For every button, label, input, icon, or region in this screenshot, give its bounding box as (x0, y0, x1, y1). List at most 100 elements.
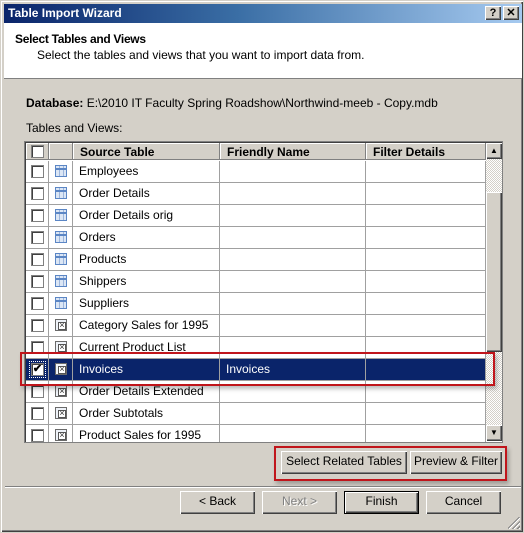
row-checkbox[interactable] (31, 319, 44, 332)
row-checkbox[interactable] (31, 385, 44, 398)
database-label: Database: (26, 96, 84, 110)
row-checkbox[interactable] (31, 429, 44, 442)
filter-details-cell (366, 205, 486, 226)
vertical-scrollbar[interactable]: ▲ ▼ (486, 143, 502, 441)
table-row[interactable]: Order Details (26, 183, 486, 205)
filter-details-cell (366, 359, 486, 380)
friendly-name-cell[interactable] (220, 381, 366, 402)
column-header-friendly-name[interactable]: Friendly Name (220, 143, 366, 159)
table-row[interactable]: Order Details Extended (26, 381, 486, 403)
preview-filter-button[interactable]: Preview & Filter (410, 451, 502, 474)
scrollbar-thumb[interactable] (486, 192, 502, 352)
cancel-button[interactable]: Cancel (426, 491, 501, 514)
checkbox-cell (26, 293, 49, 314)
next-button: Next > (262, 491, 337, 514)
checkbox-cell (26, 271, 49, 292)
friendly-name-cell[interactable] (220, 271, 366, 292)
row-checkbox[interactable] (31, 341, 44, 354)
arrow-up-icon: ▲ (490, 146, 498, 155)
help-button[interactable]: ? (485, 6, 501, 20)
checkbox-cell (26, 381, 49, 402)
select-related-tables-button[interactable]: Select Related Tables (281, 451, 407, 474)
row-checkbox[interactable] (31, 407, 44, 420)
scroll-down-button[interactable]: ▼ (486, 425, 502, 441)
title-bar[interactable]: Table Import Wizard ? ✕ (4, 4, 522, 23)
filter-details-cell (366, 271, 486, 292)
source-table-cell: Products (73, 249, 220, 270)
type-icon-cell (49, 249, 73, 270)
database-path: E:\2010 IT Faculty Spring Roadshow\North… (86, 96, 438, 110)
type-icon-cell (49, 315, 73, 336)
table-row[interactable]: Products (26, 249, 486, 271)
friendly-name-cell[interactable] (220, 161, 366, 182)
type-icon-cell (49, 293, 73, 314)
finish-button[interactable]: Finish (344, 491, 419, 514)
tables-and-views-label: Tables and Views: (26, 121, 123, 135)
table-icon (55, 231, 67, 243)
table-row[interactable]: Order Subtotals (26, 403, 486, 425)
page-title: Select Tables and Views (15, 32, 146, 46)
filter-details-cell (366, 293, 486, 314)
type-icon-cell (49, 183, 73, 204)
table-row[interactable]: Employees (26, 161, 486, 183)
grid-header: Source Table Friendly Name Filter Detail… (26, 143, 486, 160)
row-checkbox[interactable] (31, 297, 44, 310)
table-row[interactable]: Shippers (26, 271, 486, 293)
row-checkbox[interactable] (31, 165, 44, 178)
checkbox-cell (26, 227, 49, 248)
checkbox-cell (26, 183, 49, 204)
table-row[interactable]: Order Details orig (26, 205, 486, 227)
friendly-name-cell[interactable] (220, 249, 366, 270)
source-table-cell: Order Subtotals (73, 403, 220, 424)
source-table-cell: Order Details (73, 183, 220, 204)
filter-details-cell (366, 227, 486, 248)
friendly-name-cell[interactable]: Invoices (220, 359, 366, 380)
select-all-checkbox[interactable] (31, 145, 44, 158)
scroll-up-button[interactable]: ▲ (486, 143, 502, 159)
row-checkbox[interactable] (31, 187, 44, 200)
resize-grip-icon[interactable] (508, 517, 520, 529)
friendly-name-cell[interactable] (220, 183, 366, 204)
table-row[interactable]: Orders (26, 227, 486, 249)
friendly-name-cell[interactable] (220, 337, 366, 358)
friendly-name-cell[interactable] (220, 227, 366, 248)
row-checkbox[interactable] (31, 275, 44, 288)
type-icon-cell (49, 161, 73, 182)
row-checkbox[interactable] (31, 209, 44, 222)
table-row[interactable]: Product Sales for 1995 (26, 425, 486, 442)
checkbox-cell (26, 315, 49, 336)
type-icon-cell (49, 337, 73, 358)
close-button[interactable]: ✕ (503, 6, 519, 20)
row-checkbox[interactable] (31, 231, 44, 244)
friendly-name-cell[interactable] (220, 205, 366, 226)
friendly-name-cell[interactable] (220, 293, 366, 314)
friendly-name-cell[interactable] (220, 425, 366, 442)
row-checkbox[interactable]: ✔ (29, 361, 46, 378)
table-row[interactable]: Suppliers (26, 293, 486, 315)
source-table-cell: Shippers (73, 271, 220, 292)
view-icon (55, 341, 67, 353)
type-icon-cell (49, 205, 73, 226)
source-table-cell: Invoices (73, 359, 220, 380)
column-header-filter-details[interactable]: Filter Details (366, 143, 486, 159)
filter-details-cell (366, 425, 486, 442)
table-row[interactable]: Current Product List (26, 337, 486, 359)
table-row[interactable]: Category Sales for 1995 (26, 315, 486, 337)
page-subtitle: Select the tables and views that you wan… (37, 48, 365, 62)
row-checkbox[interactable] (31, 253, 44, 266)
footer-separator (5, 486, 521, 488)
view-icon (55, 385, 67, 397)
table-row[interactable]: ✔ InvoicesInvoices (26, 359, 486, 381)
filter-details-cell (366, 183, 486, 204)
close-icon: ✕ (506, 7, 516, 19)
friendly-name-cell[interactable] (220, 315, 366, 336)
source-table-cell: Orders (73, 227, 220, 248)
table-icon (55, 297, 67, 309)
type-icon-cell (49, 403, 73, 424)
source-table-cell: Order Details Extended (73, 381, 220, 402)
friendly-name-cell[interactable] (220, 403, 366, 424)
back-button[interactable]: < Back (180, 491, 255, 514)
help-icon: ? (489, 7, 497, 19)
view-icon (55, 363, 67, 375)
column-header-source-table[interactable]: Source Table (73, 143, 220, 159)
